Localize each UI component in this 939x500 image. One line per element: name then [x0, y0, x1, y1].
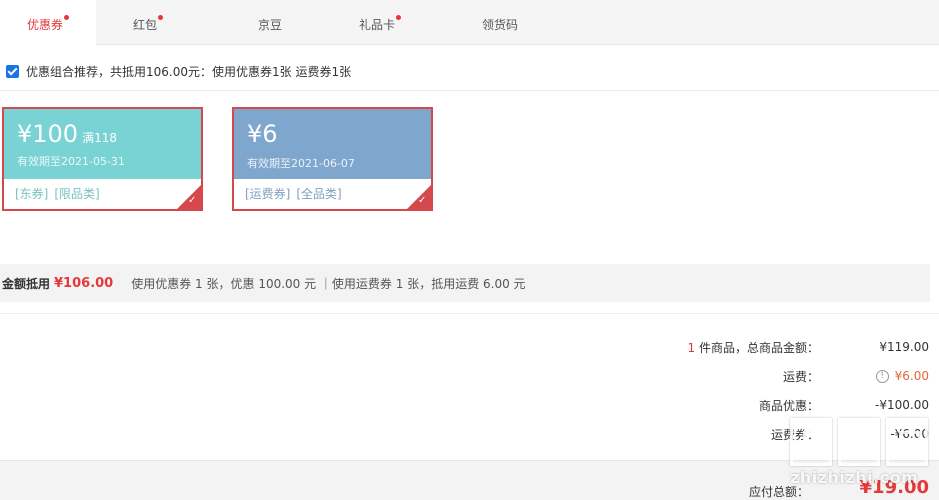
shipping-value: ¥6.00	[894, 369, 929, 383]
payable-value: ¥19.00	[859, 477, 929, 498]
combo-checkbox[interactable]	[6, 64, 19, 78]
divider	[0, 90, 939, 91]
tab-red-packets[interactable]: 红包	[100, 0, 196, 45]
coupon-tags: [东券] [限品类]	[4, 179, 201, 202]
discount-value: -¥100.00	[875, 398, 929, 412]
payable-footer: 应付总额： ¥19.00	[0, 460, 939, 500]
new-dot-icon	[158, 15, 163, 20]
item-label: 件商品，总商品金额：	[695, 340, 819, 355]
coupon-amount: ¥6	[247, 120, 278, 148]
tab-label: 礼品卡	[358, 18, 395, 32]
checkmark-icon: ✓	[188, 195, 197, 206]
shipping-coupon-value: -¥6.00	[890, 427, 929, 441]
coupon-tag: [限品类]	[54, 187, 100, 201]
tab-gift-cards[interactable]: 礼品卡	[332, 0, 428, 45]
checkmark-icon: ✓	[418, 195, 427, 206]
coupon-tag: [全品类]	[296, 187, 342, 201]
coupon-tag: [东券]	[15, 187, 49, 201]
tab-coupons[interactable]: 优惠券	[0, 0, 96, 46]
combo-text: 优惠组合推荐，共抵用106.00元：使用优惠券1张 运费券1张	[26, 64, 352, 79]
tab-label: 领货码	[481, 18, 518, 32]
tab-jingdou[interactable]: 京豆	[222, 0, 318, 45]
total-items-row: 1 件商品，总商品金额： ¥119.00	[519, 338, 929, 356]
total-items-value: ¥119.00	[879, 340, 929, 354]
shipping-label: 运费：	[782, 369, 819, 384]
discount-summary: 金额抵用 ¥106.00 使用优惠券 1 张，优惠 100.00 元 ｜使用运费…	[0, 264, 930, 302]
tab-redeem-code[interactable]: 领货码	[452, 0, 548, 45]
coupon-card[interactable]: ¥6 有效期至2021-06-07 [运费券] [全品类] ✓	[232, 107, 433, 211]
coupon-tag: [运费券]	[245, 187, 291, 201]
shipping-row: 运费： ! ¥6.00	[519, 367, 929, 385]
tab-label: 京豆	[257, 18, 282, 32]
tab-label: 红包	[132, 18, 157, 32]
divider	[0, 313, 939, 314]
total-items-label: 1 件商品，总商品金额：	[519, 339, 819, 356]
summary-label: 金额抵用	[2, 276, 51, 291]
tab-label: 优惠券	[26, 18, 63, 32]
coupon-tags: [运费券] [全品类]	[234, 179, 431, 202]
discount-row: 商品优惠： -¥100.00	[519, 396, 929, 414]
shipping-coupon-row: 运费券： -¥6.00	[519, 425, 929, 443]
coupon-validity: 有效期至2021-05-31	[17, 155, 125, 168]
coupon-tabs: 优惠券 红包 京豆 礼品卡 领货码	[0, 0, 939, 46]
coupon-face: ¥100 满118 有效期至2021-05-31	[4, 109, 201, 179]
info-icon[interactable]: !	[875, 370, 889, 383]
discount-label: 商品优惠：	[758, 398, 819, 413]
combo-recommendation: 优惠组合推荐，共抵用106.00元：使用优惠券1张 运费券1张	[6, 62, 351, 80]
coupon-card[interactable]: ¥100 满118 有效期至2021-05-31 [东券] [限品类] ✓	[2, 107, 203, 211]
shipping-coupon-label: 运费券：	[770, 427, 819, 442]
coupon-face: ¥6 有效期至2021-06-07	[234, 109, 431, 179]
shipping-value-wrap: ! ¥6.00	[819, 369, 929, 383]
summary-amount: ¥106.00	[54, 275, 114, 291]
coupon-validity: 有效期至2021-06-07	[247, 157, 355, 170]
coupon-condition: 满118	[82, 131, 117, 145]
payable-label: 应付总额：	[748, 485, 809, 499]
summary-description: 使用优惠券 1 张，优惠 100.00 元 ｜使用运费券 1 张，抵用运费 6.…	[131, 276, 526, 291]
new-dot-icon	[64, 15, 69, 20]
coupon-amount: ¥100	[17, 120, 79, 148]
new-dot-icon	[396, 15, 401, 20]
